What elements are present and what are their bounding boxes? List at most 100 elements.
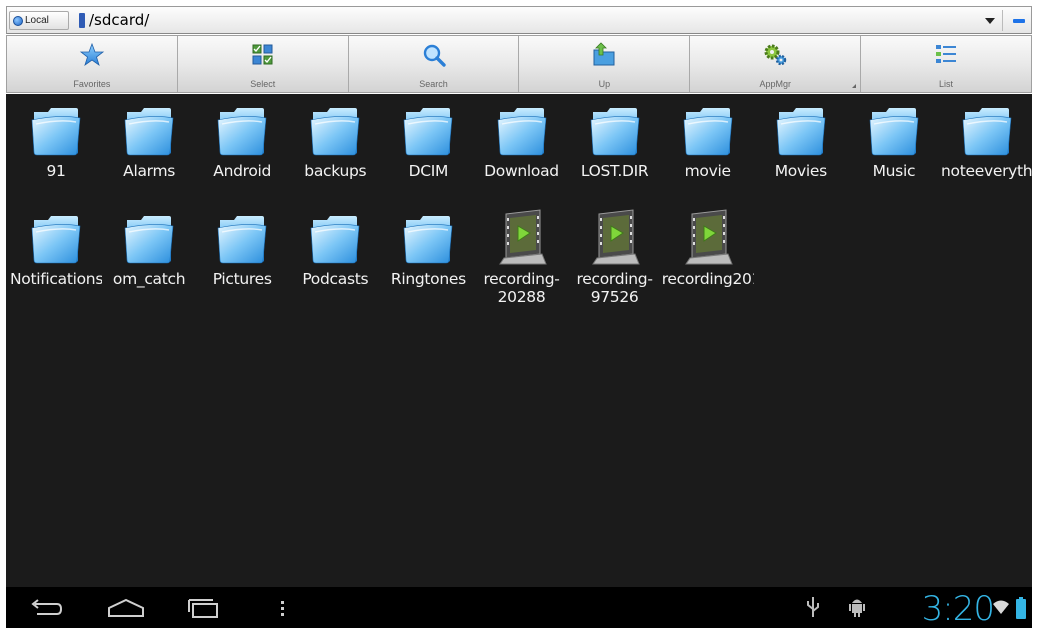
folder-icon — [123, 208, 175, 266]
folder-item[interactable]: Podcasts — [289, 206, 381, 316]
folder-icon — [30, 208, 82, 266]
video-file-icon — [682, 208, 734, 266]
path-dropdown-icon[interactable] — [985, 18, 995, 24]
folder-icon — [30, 100, 82, 158]
folder-item[interactable]: Notifications — [10, 206, 102, 316]
file-name-label: Notifications — [10, 270, 102, 288]
folder-item[interactable]: movie — [662, 98, 754, 208]
address-bar: Local /sdcard/ — [6, 6, 1032, 34]
folder-icon — [402, 208, 454, 266]
folder-item[interactable]: 91 — [10, 98, 102, 208]
file-name-label: Movies — [774, 162, 827, 180]
video-file-icon — [589, 208, 641, 266]
list-icon — [936, 45, 957, 63]
folder-icon — [868, 100, 920, 158]
favorites-button[interactable]: Favorites — [7, 36, 178, 92]
folder-up-icon — [593, 42, 615, 66]
folder-item[interactable]: noteeverything — [941, 98, 1033, 208]
folder-item[interactable]: Android — [196, 98, 288, 208]
file-name-label: Ringtones — [390, 270, 466, 288]
folder-item[interactable]: om_catch — [103, 206, 195, 316]
folder-item[interactable]: backups — [289, 98, 381, 208]
toolbar: Favorites Select Search Up AppMgr List — [6, 35, 1032, 93]
file-grid-area: 91 Alarms Android backups DCIM Download … — [6, 94, 1033, 587]
sdcard-icon — [79, 12, 85, 28]
recent-apps-button[interactable] — [174, 587, 234, 628]
folder-icon — [496, 100, 548, 158]
video-file-icon — [496, 208, 548, 266]
select-label: Select — [250, 79, 276, 89]
more-corner-icon — [852, 84, 857, 88]
search-button[interactable]: Search — [348, 36, 520, 92]
list-label: List — [939, 79, 954, 89]
file-name-label: Alarms — [123, 162, 176, 180]
back-icon — [31, 598, 63, 615]
star-icon — [79, 42, 105, 67]
search-label: Search — [419, 79, 448, 89]
video-file-item[interactable]: recording-20288 — [476, 206, 568, 316]
home-icon — [108, 598, 144, 617]
folder-icon — [216, 208, 268, 266]
divider — [1002, 10, 1003, 31]
file-name-label: DCIM — [408, 162, 449, 180]
file-name-label: recording-97526 — [576, 270, 653, 306]
local-label: Local — [25, 15, 49, 26]
folder-icon — [309, 208, 361, 266]
folder-item[interactable]: Music — [848, 98, 940, 208]
globe-icon — [13, 15, 23, 26]
file-name-label: LOST.DIR — [580, 162, 649, 180]
local-location-button[interactable]: Local — [9, 11, 69, 30]
battery-icon — [1016, 597, 1026, 619]
file-name-label: recording-20288 — [483, 270, 560, 306]
usb-icon — [807, 597, 819, 617]
folder-item[interactable]: LOST.DIR — [569, 98, 661, 208]
favorites-label: Favorites — [73, 79, 111, 89]
magnifier-icon — [423, 44, 446, 67]
path-breadcrumb[interactable]: /sdcard/ — [77, 9, 149, 31]
folder-item[interactable]: Pictures — [196, 206, 288, 316]
file-name-label: noteeverything — [941, 162, 1033, 180]
android-debug-icon — [849, 599, 865, 617]
recent-apps-icon — [188, 598, 218, 618]
system-navigation-bar: 3:20 — [6, 587, 1032, 628]
back-button[interactable] — [16, 587, 76, 628]
folder-item[interactable]: DCIM — [382, 98, 474, 208]
appmgr-label: AppMgr — [759, 79, 791, 89]
wifi-icon — [993, 600, 1009, 614]
video-file-item[interactable]: recording201869 — [662, 206, 754, 316]
up-label: Up — [598, 79, 611, 89]
gears-icon — [764, 44, 787, 66]
file-name-label: recording201869 — [661, 270, 754, 288]
path-text: /sdcard/ — [89, 11, 150, 29]
folder-icon — [961, 100, 1013, 158]
folder-item[interactable]: Alarms — [103, 98, 195, 208]
folder-item[interactable]: Ringtones — [382, 206, 474, 316]
folder-icon — [309, 100, 361, 158]
folder-item[interactable]: Movies — [755, 98, 847, 208]
folder-icon — [216, 100, 268, 158]
folder-icon — [682, 100, 734, 158]
folder-item[interactable]: Download — [476, 98, 568, 208]
file-name-label: om_catch — [112, 270, 186, 288]
file-name-label: 91 — [46, 162, 66, 180]
video-file-item[interactable]: recording-97526 — [569, 206, 661, 316]
select-grid-icon — [252, 44, 273, 65]
menu-button[interactable] — [252, 587, 312, 628]
file-name-label: Android — [213, 162, 272, 180]
status-clock: 3:20 — [921, 589, 995, 628]
folder-icon — [589, 100, 641, 158]
folder-icon — [775, 100, 827, 158]
file-name-label: Pictures — [212, 270, 272, 288]
minimize-icon[interactable] — [1013, 19, 1025, 23]
folder-icon — [402, 100, 454, 158]
overflow-menu-icon — [281, 600, 284, 616]
home-button[interactable] — [96, 587, 156, 628]
appmgr-button[interactable]: AppMgr — [690, 36, 862, 92]
select-button[interactable]: Select — [177, 36, 349, 92]
file-name-label: Music — [872, 162, 916, 180]
list-view-button[interactable]: List — [861, 36, 1031, 92]
file-name-label: backups — [304, 162, 367, 180]
up-button[interactable]: Up — [519, 36, 691, 92]
file-name-label: Download — [484, 162, 559, 180]
folder-icon — [123, 100, 175, 158]
